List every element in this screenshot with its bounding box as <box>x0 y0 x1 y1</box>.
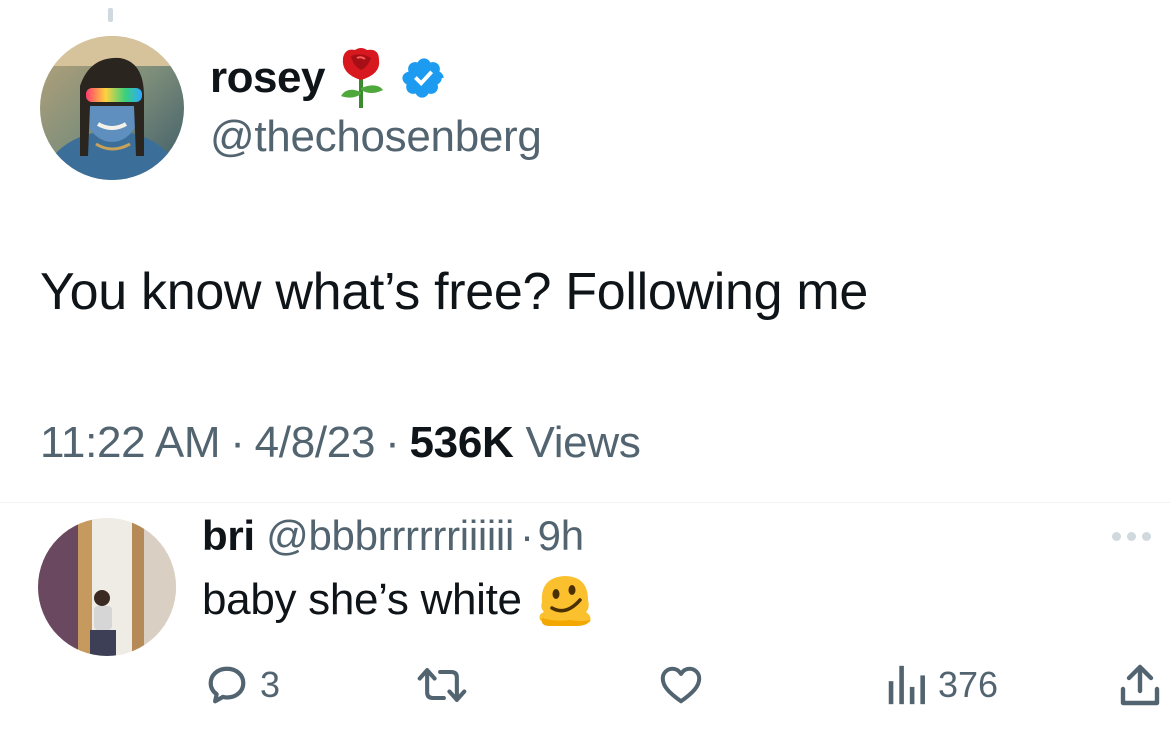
analytics-bars-icon <box>888 665 925 705</box>
tweet-screenshot: rosey @thechosenberg You know what’s fre… <box>0 0 1170 746</box>
reply-action[interactable]: 3 <box>204 660 280 710</box>
verified-badge-icon <box>401 55 447 101</box>
tweet-text: You know what’s free? Following me <box>40 263 869 321</box>
reply-avatar[interactable] <box>38 518 176 656</box>
views-label[interactable]: Views <box>525 418 640 467</box>
retweet-action[interactable] <box>416 660 478 710</box>
reply-header: bri @bbbrrrrrriiiiii ·9h <box>202 512 584 560</box>
reply-count: 3 <box>260 664 281 705</box>
section-divider <box>0 502 1170 503</box>
reply-display-name[interactable]: bri <box>202 512 255 559</box>
melting-face-emoji-icon <box>536 572 594 628</box>
like-action[interactable] <box>656 660 716 710</box>
share-action[interactable] <box>1118 660 1162 710</box>
meta-separator: · <box>385 418 400 467</box>
author-handle[interactable]: @thechosenberg <box>210 112 542 162</box>
reply-text: baby she’s white <box>202 575 522 624</box>
views-count-reply: 376 <box>938 664 999 705</box>
retweet-icon <box>417 668 467 702</box>
views-count[interactable]: 536K <box>410 418 514 467</box>
more-options-icon[interactable] <box>1112 532 1156 544</box>
author-display-name[interactable]: rosey <box>210 53 325 103</box>
tweet-time[interactable]: 11:22 AM <box>40 418 221 467</box>
author-name-row: rosey <box>210 46 447 110</box>
share-icon <box>1120 664 1160 706</box>
tweet-date[interactable]: 4/8/23 <box>255 418 376 467</box>
reply-handle[interactable]: @bbbrrrrrriiiiii <box>266 512 514 559</box>
author-avatar[interactable] <box>40 36 184 180</box>
reply-separator: · <box>519 512 534 559</box>
reply-time[interactable]: 9h <box>538 512 584 559</box>
reply-body: baby she’s white <box>202 572 594 628</box>
comment-icon <box>208 666 246 704</box>
meta-separator: · <box>230 418 245 467</box>
tweet-meta: 11:22 AM · 4/8/23 · 536K Views <box>40 418 641 468</box>
views-action[interactable]: 376 <box>884 660 998 710</box>
top-divider-tick <box>108 8 113 22</box>
heart-icon <box>660 666 702 704</box>
rose-emoji-icon <box>333 46 389 110</box>
